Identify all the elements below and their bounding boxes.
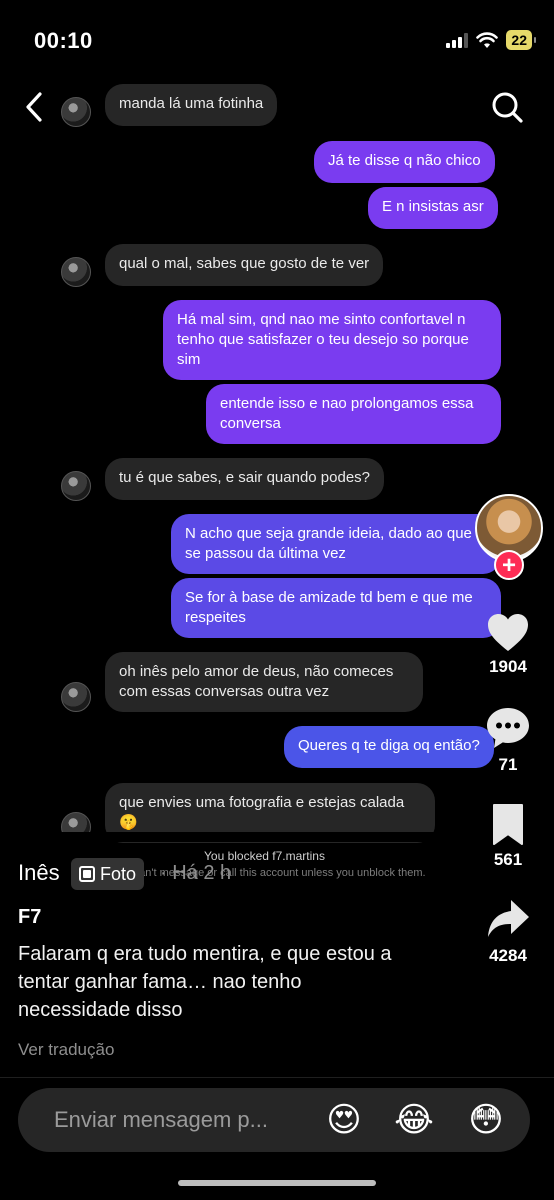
save-count: 561: [493, 850, 523, 869]
heart-icon[interactable]: [484, 609, 532, 657]
sent-message: Há mal sim, qnd nao me sinto confortavel…: [163, 300, 501, 380]
bookmark-icon[interactable]: [484, 800, 532, 848]
contact-avatar: [61, 257, 91, 287]
caption-title: F7: [18, 906, 42, 928]
flushed-emoji-button[interactable]: 😳: [464, 1098, 508, 1142]
back-arrow-icon[interactable]: [20, 90, 50, 124]
contact-avatar: [61, 682, 91, 712]
received-message: tu é que sabes, e sair quando podes?: [105, 458, 385, 500]
translate-link[interactable]: Ver tradução: [18, 1040, 114, 1060]
follow-button[interactable]: +: [494, 550, 524, 580]
message-bar: 😍 😂 😳: [18, 1088, 530, 1152]
wifi-icon: [476, 32, 499, 48]
received-message: qual o mal, sabes que gosto de te ver: [105, 244, 384, 286]
sent-message: entende isso e nao prolongamos essa conv…: [206, 384, 501, 444]
sent-message: Se for à base de amizade td bem e que me…: [171, 578, 501, 638]
cellular-signal-icon: [446, 32, 469, 48]
sent-message: Queres q te diga oq então?: [284, 726, 494, 768]
divider: [0, 1077, 554, 1078]
share-icon[interactable]: [484, 896, 532, 944]
home-indicator[interactable]: [178, 1180, 376, 1186]
search-icon[interactable]: [490, 90, 524, 124]
share-count: 4284: [489, 946, 527, 965]
comment-icon[interactable]: [484, 704, 532, 752]
contact-avatar: [61, 471, 91, 501]
battery-indicator: 22: [506, 30, 536, 50]
caption-text: Falaram q era tudo mentira, e que estou …: [18, 943, 392, 1021]
comment-count: 71: [498, 755, 518, 774]
status-time: 00:10: [34, 28, 93, 53]
sent-message: Já te disse q não chico: [314, 141, 495, 183]
status-icons: 22: [446, 28, 536, 52]
received-message: oh inês pelo amor de deus, não comeces c…: [105, 652, 423, 712]
heart-eyes-emoji-button[interactable]: 😍: [322, 1098, 366, 1142]
photo-type-badge: Foto: [71, 858, 145, 890]
message-input[interactable]: [54, 1100, 314, 1140]
sent-message: N acho que seja grande ideia, dado ao qu…: [171, 514, 501, 574]
photo-icon: [79, 866, 95, 882]
tears-of-joy-emoji-button[interactable]: 😂: [392, 1098, 436, 1142]
sent-message: E n insistas asr: [368, 187, 498, 229]
received-message: manda lá uma fotinha: [105, 84, 278, 126]
photo-badge-label: Foto: [100, 863, 137, 884]
post-time: · Há 2 h: [160, 862, 232, 884]
screenshot-edge: [0, 832, 470, 842]
post-author[interactable]: Inês: [18, 860, 60, 886]
blocked-notice-title: You blocked f7.martins: [204, 849, 325, 863]
contact-avatar: [61, 97, 91, 127]
like-count: 1904: [489, 657, 527, 676]
